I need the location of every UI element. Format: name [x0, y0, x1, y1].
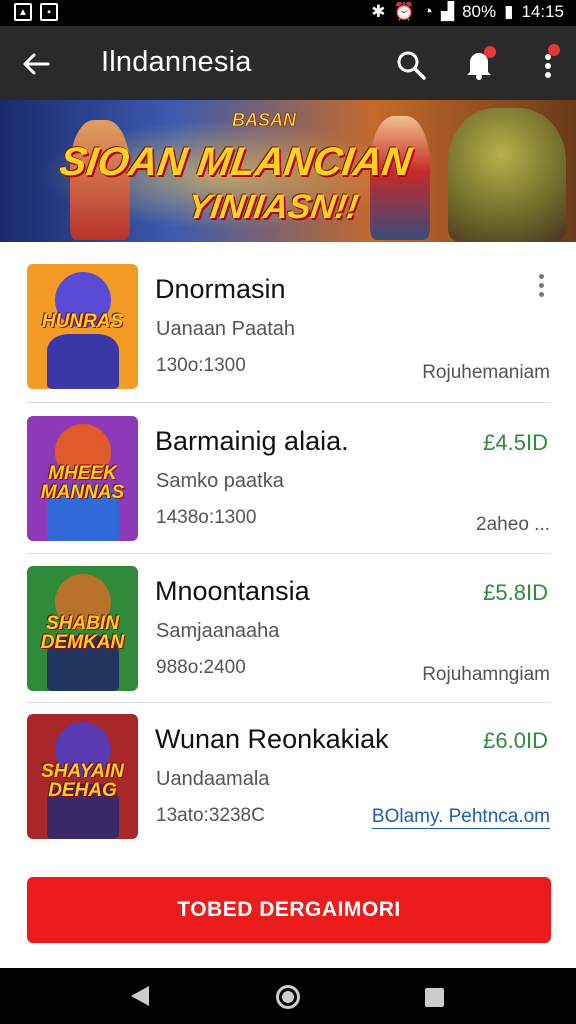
item-link[interactable]: BOlamy. Pehtnca.om — [371, 806, 550, 829]
item-title: Barmainig alaia. — [155, 426, 349, 456]
list-item[interactable]: SHAYAIN DEHAG Wunan Reonkakiak Uandaamal… — [0, 694, 576, 844]
nav-recents-icon[interactable] — [425, 988, 444, 1007]
item-subtitle: Uandaamala — [156, 768, 270, 790]
game-thumbnail: SHABIN DEMKAN — [27, 566, 138, 691]
banner-title: SIOAN MLANCIAN — [56, 140, 415, 184]
system-nav-bar — [0, 968, 576, 1024]
bluetooth-icon: ✱ — [371, 2, 386, 21]
menu-badge — [548, 44, 560, 56]
item-subtitle: Samko paatka — [156, 470, 284, 492]
game-thumbnail: MHEEK MANNAS — [27, 416, 138, 541]
wifi-icon: ◔ — [422, 2, 433, 21]
status-notification-icons: ▲ ▪ — [14, 3, 58, 21]
notification-badge — [484, 46, 496, 58]
item-menu-icon[interactable] — [536, 274, 546, 302]
image-icon: ▪ — [40, 3, 58, 21]
list-item[interactable]: MHEEK MANNAS Barmainig alaia. Samko paat… — [0, 396, 576, 546]
notification-icon: ▲ — [14, 3, 32, 21]
primary-cta-button[interactable]: TOBED DERGAIMORI — [27, 877, 551, 943]
item-meta: 1438o:1300 — [156, 507, 257, 528]
thumbnail-logo: MHEEK MANNAS — [40, 463, 125, 503]
back-arrow-icon[interactable] — [20, 48, 52, 80]
goblin-illustration — [448, 108, 566, 242]
item-note: Rojuhamngiam — [422, 664, 550, 685]
item-subtitle: Uanaan Paatah — [156, 318, 296, 340]
nav-home-icon[interactable] — [276, 985, 300, 1009]
battery-icon: ▮ — [504, 2, 514, 21]
thumbnail-logo: SHABIN DEMKAN — [40, 613, 125, 653]
item-meta: 13ato:3238C — [156, 805, 265, 826]
game-thumbnail: SHAYAIN DEHAG — [27, 714, 138, 839]
item-meta: 130o:1300 — [156, 355, 246, 376]
status-bar: ▲ ▪ ✱ ⏰ ◔ ▟ 80% ▮ 14:15 — [0, 0, 576, 26]
item-note: Rojuhemaniam — [422, 362, 550, 383]
nav-back-icon[interactable] — [131, 986, 149, 1006]
item-price: £6.0ID — [483, 728, 548, 753]
item-title: Mnoontansia — [155, 576, 310, 606]
thumbnail-logo: HUNRAS — [41, 311, 124, 332]
item-title: Dnormasin — [155, 274, 286, 304]
item-price: £5.8ID — [483, 580, 548, 605]
signal-icon: ▟ — [440, 2, 455, 21]
search-icon[interactable] — [394, 48, 428, 82]
app-bar: Ilndannesia — [0, 26, 576, 100]
banner-title-line2: YINIIASN!! — [185, 188, 361, 226]
thumbnail-logo: SHAYAIN DEHAG — [41, 761, 124, 801]
alarm-icon: ⏰ — [393, 2, 415, 21]
page-title: Ilndannesia — [101, 46, 252, 78]
list-item[interactable]: HUNRAS Dnormasin Uanaan Paatah 130o:1300… — [0, 244, 576, 394]
list-item[interactable]: SHABIN DEMKAN Mnoontansia Samjaanaaha 98… — [0, 546, 576, 696]
item-meta: 988o:2400 — [156, 657, 246, 678]
banner-subtitle: BASAN — [232, 110, 297, 131]
item-price: £4.5ID — [483, 430, 548, 455]
game-thumbnail: HUNRAS — [27, 264, 138, 389]
more-options-icon[interactable] — [536, 44, 560, 84]
status-right: ✱ ⏰ ◔ ▟ 80% ▮ 14:15 — [371, 2, 564, 22]
notifications-bell-icon[interactable] — [462, 46, 496, 82]
item-title: Wunan Reonkakiak — [155, 724, 389, 754]
promo-banner[interactable]: BASAN SIOAN MLANCIAN YINIIASN!! — [0, 100, 576, 242]
item-note: 2aheo ... — [476, 514, 550, 535]
battery-percent: 80% — [462, 2, 497, 21]
item-subtitle: Samjaanaaha — [156, 620, 280, 642]
clock: 14:15 — [521, 2, 564, 21]
